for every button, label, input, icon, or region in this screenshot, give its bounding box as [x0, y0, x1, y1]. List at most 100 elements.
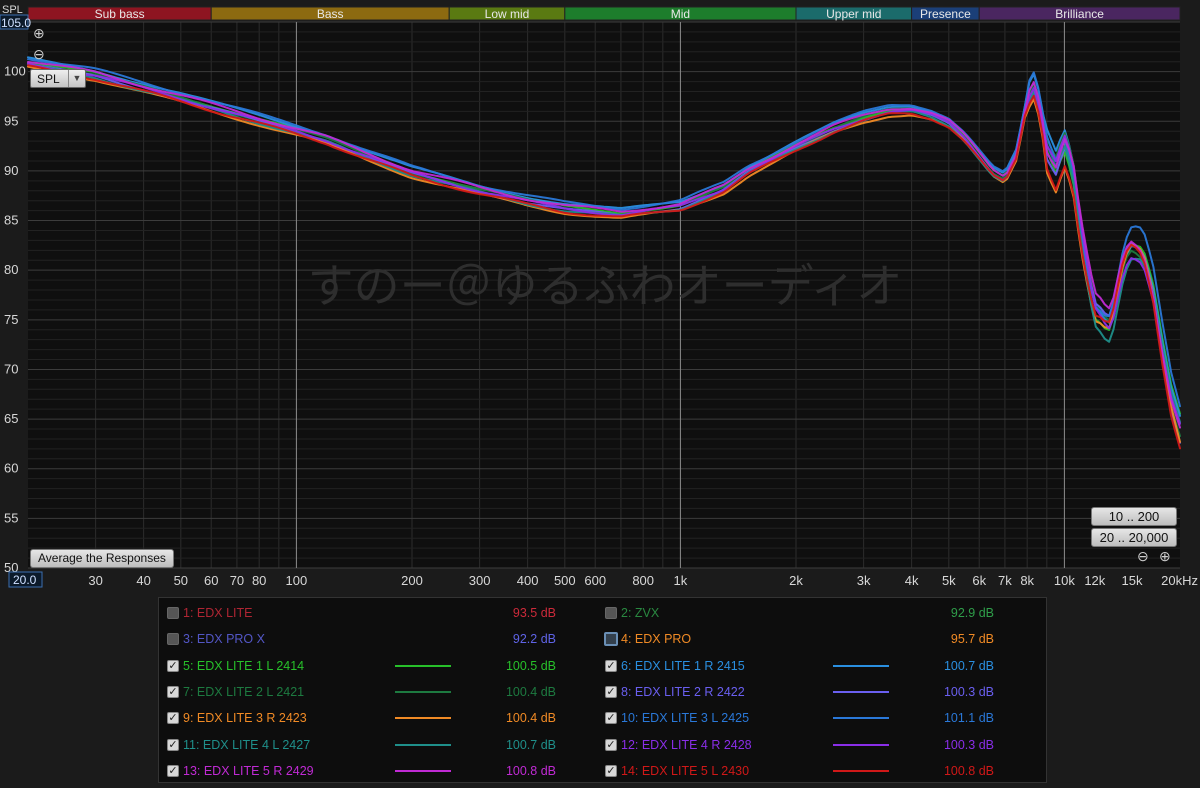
series-checkbox[interactable]	[604, 632, 618, 647]
band-label: Bass	[317, 7, 344, 21]
legend-entry[interactable]: ✓ 7: EDX LITE 2 L 2421 100.4 dB	[159, 679, 599, 705]
series-value: 100.3 dB	[943, 684, 994, 699]
series-name: 13: EDX LITE 5 R 2429	[183, 763, 314, 778]
series-checkbox[interactable]	[167, 607, 179, 619]
series-value: 93.5 dB	[512, 606, 556, 620]
y-tick-label: 95	[4, 113, 18, 128]
zoom-out-icon[interactable]: ⊖	[33, 47, 45, 61]
legend-entry[interactable]: 4: EDX PRO 95.7 dB	[597, 626, 1037, 652]
y-tick-label: 90	[4, 163, 18, 178]
x-tick-label: 400	[517, 573, 539, 588]
series-checkbox[interactable]: ✓	[605, 764, 617, 777]
spl-dropdown[interactable]: SPL ▼	[30, 69, 86, 88]
series-value: 100.4 dB	[505, 684, 556, 699]
y-top-readout: 105.0	[1, 16, 31, 30]
y-axis-label: SPL	[2, 4, 23, 16]
zoom-in-icon[interactable]: ⊕	[1159, 549, 1171, 563]
legend-entry[interactable]: 1: EDX LITE 93.5 dB	[159, 600, 599, 626]
x-tick-label: 100	[286, 573, 308, 588]
band-label: Low mid	[485, 7, 530, 21]
x-tick-label: 15k	[1122, 573, 1143, 588]
frequency-response-chart: Sub bass Bass Low mid Mid Upper mid Presence B…	[0, 0, 1200, 600]
series-value: 100.3 dB	[943, 737, 994, 752]
y-tick-label: 80	[4, 262, 18, 277]
x-tick-label: 500	[554, 573, 576, 588]
average-responses-button[interactable]: Average the Responses	[30, 549, 174, 568]
x-tick-label: 30	[88, 573, 102, 588]
series-name: 14: EDX LITE 5 L 2430	[621, 763, 750, 778]
x-tick-label: 8k	[1020, 573, 1034, 588]
x-tick-label: 20kHz	[1161, 573, 1198, 588]
series-value: 100.8 dB	[943, 763, 994, 778]
x-tick-label: 1k	[674, 573, 688, 588]
series-checkbox[interactable]: ✓	[605, 659, 617, 672]
series-value: 100.7 dB	[943, 658, 994, 673]
legend-entry[interactable]: ✓ 8: EDX LITE 2 R 2422 100.3 dB	[597, 679, 1037, 705]
y-tick-label: 75	[4, 312, 18, 327]
band-label: Brilliance	[1055, 7, 1104, 21]
series-value: 92.2 dB	[512, 632, 556, 647]
series-name: 1: EDX LITE	[183, 606, 253, 620]
series-checkbox[interactable]: ✓	[167, 659, 179, 672]
y-tick-label: 85	[4, 213, 18, 228]
spl-dropdown-label: SPL	[37, 72, 60, 86]
legend-entry[interactable]: ✓ 11: EDX LITE 4 L 2427 100.7 dB	[159, 732, 599, 758]
series-name: 7: EDX LITE 2 L 2421	[183, 684, 305, 699]
series-name: 2: ZVX	[621, 606, 660, 620]
series-checkbox[interactable]: ✓	[605, 738, 617, 751]
x-tick-label: 200	[401, 573, 423, 588]
chevron-down-icon: ▼	[68, 70, 85, 87]
x-tick-label: 60	[204, 573, 218, 588]
series-value: 95.7 dB	[950, 632, 994, 647]
series-value: 100.4 dB	[505, 711, 556, 726]
x-tick-label: 5k	[942, 573, 956, 588]
series-swatch	[833, 743, 889, 746]
series-swatch	[395, 717, 451, 720]
series-legend-panel: 1: EDX LITE 93.5 dB 2: ZVX 92.9 dB 3: EDX PR…	[158, 597, 1047, 783]
series-checkbox[interactable]	[605, 607, 617, 619]
zoom-in-icon[interactable]: ⊕	[33, 26, 45, 40]
series-checkbox[interactable]: ✓	[605, 712, 617, 725]
series-checkbox[interactable]: ✓	[167, 712, 179, 725]
series-swatch	[395, 664, 451, 667]
series-checkbox[interactable]	[167, 633, 179, 646]
series-swatch	[833, 664, 889, 667]
series-name: 4: EDX PRO	[621, 632, 692, 647]
legend-entry[interactable]: ✓ 5: EDX LITE 1 L 2414 100.5 dB	[159, 653, 599, 679]
series-value: 100.7 dB	[505, 737, 556, 752]
legend-entry[interactable]: ✓ 6: EDX LITE 1 R 2415 100.7 dB	[597, 653, 1037, 679]
legend-entry[interactable]: 2: ZVX 92.9 dB	[597, 600, 1037, 626]
legend-row: 1: EDX LITE 93.5 dB 2: ZVX 92.9 dB	[159, 600, 1046, 626]
legend-entry[interactable]: ✓ 13: EDX LITE 5 R 2429 100.8 dB	[159, 758, 599, 784]
series-checkbox[interactable]: ✓	[167, 738, 179, 751]
range-20-20000-button[interactable]: 20 .. 20,000	[1091, 528, 1177, 547]
legend-row: ✓ 5: EDX LITE 1 L 2414 100.5 dB ✓ 6: EDX LIT…	[159, 653, 1046, 679]
series-name: 9: EDX LITE 3 R 2423	[183, 711, 307, 726]
legend-entry[interactable]: ✓ 10: EDX LITE 3 L 2425 101.1 dB	[597, 705, 1037, 731]
y-tick-label: 65	[4, 411, 18, 426]
series-swatch	[395, 769, 451, 772]
series-value: 101.1 dB	[943, 711, 994, 726]
zoom-out-icon[interactable]: ⊖	[1137, 549, 1149, 563]
series-swatch	[833, 717, 889, 720]
x-tick-label: 6k	[972, 573, 986, 588]
legend-row: 3: EDX PRO X 92.2 dB 4: EDX PRO 95.7 dB	[159, 626, 1046, 652]
legend-entry[interactable]: ✓ 12: EDX LITE 4 R 2428 100.3 dB	[597, 732, 1037, 758]
x-tick-label: 2k	[789, 573, 803, 588]
x-tick-label: 80	[252, 573, 266, 588]
band-label: Upper mid	[826, 7, 881, 21]
legend-entry[interactable]: ✓ 9: EDX LITE 3 R 2423 100.4 dB	[159, 705, 599, 731]
x-tick-label: 40	[136, 573, 150, 588]
legend-entry[interactable]: 3: EDX PRO X 92.2 dB	[159, 626, 599, 652]
series-checkbox[interactable]: ✓	[605, 685, 617, 698]
legend-row: ✓ 11: EDX LITE 4 L 2427 100.7 dB ✓ 12: EDX L…	[159, 732, 1046, 758]
series-checkbox[interactable]: ✓	[167, 685, 179, 698]
band-label: Sub bass	[95, 7, 145, 21]
series-swatch	[833, 769, 889, 772]
series-checkbox[interactable]: ✓	[167, 764, 179, 777]
legend-row: ✓ 9: EDX LITE 3 R 2423 100.4 dB ✓ 10: EDX LI…	[159, 705, 1046, 731]
x-tick-label: 600	[584, 573, 606, 588]
x-tick-label: 50	[174, 573, 188, 588]
range-10-200-button[interactable]: 10 .. 200	[1091, 507, 1177, 526]
legend-entry[interactable]: ✓ 14: EDX LITE 5 L 2430 100.8 dB	[597, 758, 1037, 784]
